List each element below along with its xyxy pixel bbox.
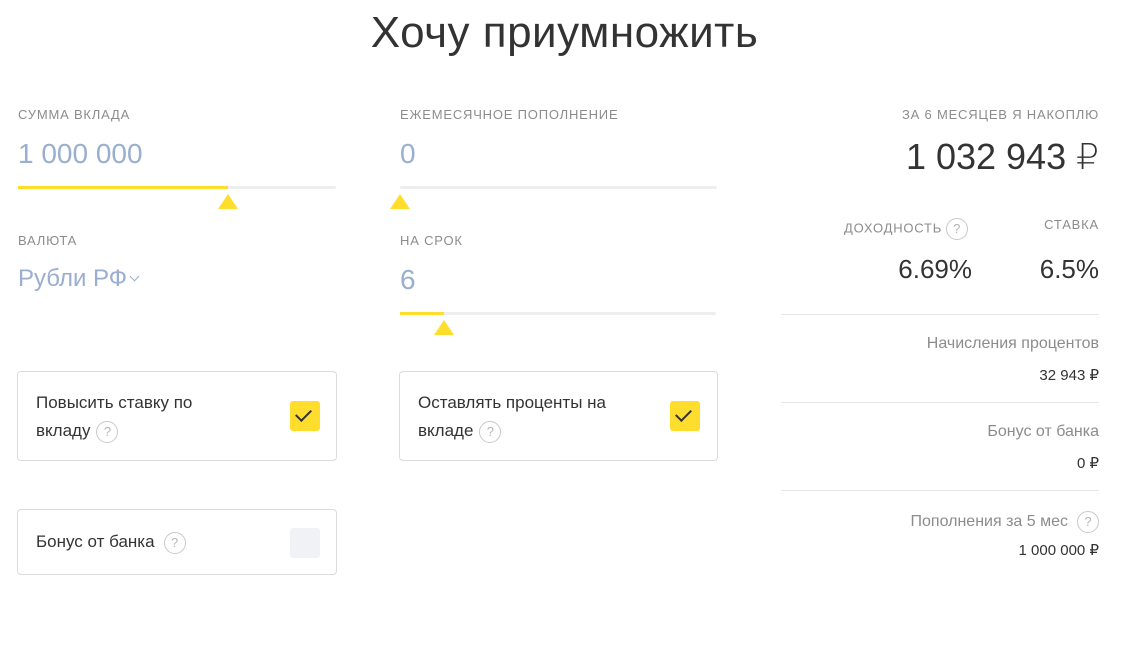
- slider-track: [400, 186, 717, 189]
- deposit-amount-slider[interactable]: [18, 186, 336, 210]
- bank-bonus-label: Бонус от банка: [36, 532, 155, 551]
- checkmark-icon: [675, 405, 692, 422]
- bonus-value: 0 ₽: [1076, 455, 1099, 472]
- slider-thumb[interactable]: [217, 194, 238, 209]
- deposit-amount-input[interactable]: 1 000 000: [18, 138, 143, 170]
- interest-label: Начисления процентов: [926, 335, 1099, 352]
- chevron-down-icon: [129, 271, 140, 282]
- topups-value: 1 000 000 ₽: [1018, 542, 1099, 559]
- divider: [781, 402, 1099, 403]
- deposit-calculator: Хочу приумножить СУММА ВКЛАДА 1 000 000 …: [0, 0, 1129, 653]
- help-icon[interactable]: ?: [1077, 511, 1099, 533]
- help-icon[interactable]: ?: [96, 420, 119, 443]
- monthly-topup-slider[interactable]: [390, 186, 717, 210]
- keep-interest-checkbox[interactable]: [670, 401, 700, 431]
- bonus-label: Бонус от банка: [987, 423, 1099, 440]
- checkmark-icon: [295, 405, 312, 422]
- monthly-topup-label: ЕЖЕМЕСЯЧНОЕ ПОПОЛНЕНИЕ: [400, 107, 619, 122]
- divider: [781, 490, 1099, 491]
- term-input[interactable]: 6: [400, 264, 416, 296]
- term-label: НА СРОК: [400, 233, 463, 248]
- rate-label: СТАВКА: [1044, 217, 1099, 232]
- slider-fill: [18, 186, 228, 189]
- summary-total: 1 032 943 ₽: [905, 136, 1099, 177]
- summary-label: ЗА 6 МЕСЯЦЕВ Я НАКОПЛЮ: [901, 107, 1099, 122]
- slider-thumb[interactable]: [434, 320, 455, 335]
- raise-rate-label-line1: Повысить ставку по: [36, 393, 193, 412]
- monthly-topup-input[interactable]: 0: [400, 138, 416, 170]
- keep-interest-option[interactable]: Оставлять проценты на вкладе?: [399, 371, 718, 461]
- raise-rate-label-line2: вкладу: [36, 421, 91, 440]
- term-slider[interactable]: [400, 312, 716, 336]
- page-title: Хочу приумножить: [370, 8, 759, 57]
- help-icon[interactable]: ?: [946, 218, 969, 240]
- interest-value: 32 943 ₽: [1039, 367, 1099, 384]
- raise-rate-checkbox[interactable]: [290, 401, 320, 431]
- currency-value: Рубли РФ: [18, 265, 128, 292]
- keep-interest-label-line1: Оставлять проценты на: [418, 393, 606, 412]
- rate-value: 6.5%: [1039, 254, 1099, 284]
- topups-label: Пополнения за 5 мес?: [911, 511, 1099, 533]
- bank-bonus-option[interactable]: Бонус от банка?: [17, 509, 337, 575]
- slider-fill: [400, 312, 445, 315]
- yield-label: ДОХОДНОСТЬ?: [844, 218, 969, 240]
- divider: [781, 314, 1099, 315]
- currency-label: ВАЛЮТА: [18, 233, 78, 248]
- slider-track: [400, 312, 716, 315]
- bank-bonus-checkbox[interactable]: [290, 528, 320, 558]
- keep-interest-label-line2: вкладе: [418, 421, 474, 440]
- currency-select[interactable]: Рубли РФ: [18, 265, 140, 293]
- raise-rate-option[interactable]: Повысить ставку по вкладу?: [17, 371, 337, 461]
- help-icon[interactable]: ?: [163, 531, 186, 554]
- deposit-amount-label: СУММА ВКЛАДА: [18, 107, 131, 122]
- yield-value: 6.69%: [898, 254, 972, 284]
- slider-thumb[interactable]: [390, 194, 410, 209]
- help-icon[interactable]: ?: [479, 420, 502, 443]
